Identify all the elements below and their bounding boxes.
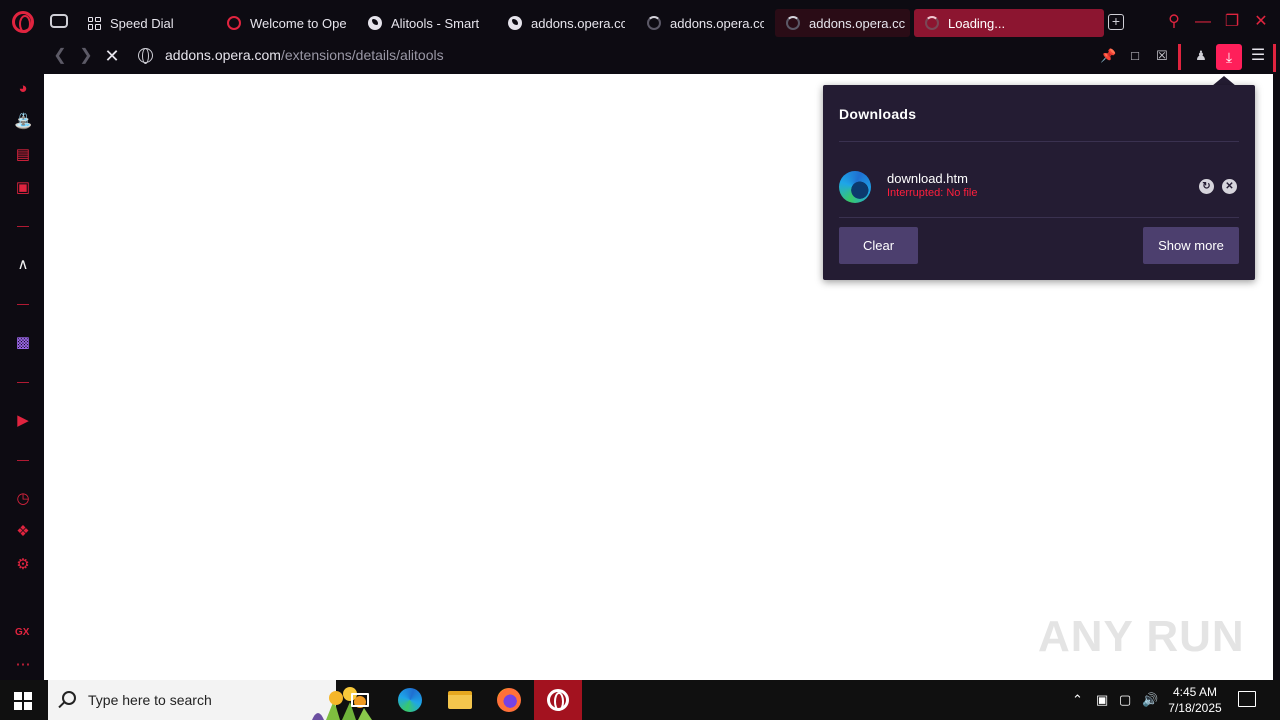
clock-date: 7/18/2025 bbox=[1168, 701, 1222, 715]
speed-dial-icon bbox=[86, 15, 102, 31]
aria-icon[interactable]: ∧ bbox=[14, 256, 32, 274]
pin-icon[interactable]: 📌 bbox=[1100, 48, 1116, 64]
loading-icon bbox=[646, 15, 662, 31]
tab-loading[interactable]: Loading... bbox=[914, 9, 1104, 37]
easy-setup-menu-icon[interactable]: ☰ bbox=[1248, 46, 1268, 66]
downloads-button[interactable]: ⤓ bbox=[1216, 44, 1242, 70]
opera-menu-icon[interactable] bbox=[12, 11, 34, 33]
messenger-icon[interactable]: ▣ bbox=[14, 179, 32, 197]
music-icon[interactable]: ▶ bbox=[14, 412, 32, 430]
url-field[interactable]: addons.opera.com/extensions/details/alit… bbox=[165, 47, 444, 63]
sidebar-divider bbox=[17, 226, 29, 227]
history-icon[interactable]: ◷ bbox=[14, 490, 32, 508]
address-bar: ❮ ❯ ✕ addons.opera.com/extensions/detail… bbox=[44, 40, 1280, 74]
volume-icon[interactable]: 🔊 bbox=[1142, 692, 1158, 708]
taskbar-clock[interactable]: 4:45 AM 7/18/2025 bbox=[1164, 684, 1226, 716]
tab-title: addons.opera.cc bbox=[809, 15, 906, 31]
tab-addons-2[interactable]: addons.opera.cc bbox=[636, 9, 764, 37]
globe-icon bbox=[507, 15, 523, 31]
tab-welcome[interactable]: Welcome to Ope bbox=[216, 9, 346, 37]
close-window-button[interactable]: ✕ bbox=[1251, 12, 1271, 32]
network-icon[interactable]: ▢ bbox=[1119, 692, 1131, 708]
task-view-button[interactable] bbox=[336, 680, 384, 720]
task-view-icon bbox=[351, 693, 369, 707]
settings-icon[interactable]: ⚙ bbox=[14, 556, 32, 574]
opera-icon bbox=[226, 15, 242, 31]
speedometer-icon[interactable]: ◕ bbox=[14, 80, 32, 98]
search-tabs-icon[interactable]: ⚲ bbox=[1164, 12, 1184, 32]
tab-alitools[interactable]: Alitools - Smart bbox=[357, 9, 485, 37]
tab-title: Alitools - Smart bbox=[391, 15, 480, 31]
tab-title: Welcome to Ope bbox=[250, 15, 346, 31]
notification-icon[interactable] bbox=[1238, 691, 1256, 707]
retry-icon[interactable]: ↻ bbox=[1199, 179, 1214, 194]
divider bbox=[839, 141, 1239, 142]
download-filename[interactable]: download.htm bbox=[887, 171, 968, 186]
explorer-taskbar-button[interactable] bbox=[436, 680, 484, 720]
adblock-icon[interactable]: ☒ bbox=[1154, 48, 1170, 64]
tab-speed-dial[interactable]: Speed Dial bbox=[76, 9, 206, 37]
opera-gx-icon bbox=[547, 689, 569, 711]
extensions-icon[interactable]: ❖ bbox=[14, 523, 32, 541]
firefox-icon bbox=[497, 688, 521, 712]
tab-bar: Speed Dial Welcome to Ope Alitools - Sma… bbox=[0, 0, 1280, 44]
opera-gx-taskbar-button[interactable] bbox=[534, 680, 582, 720]
sidebar-divider bbox=[17, 304, 29, 305]
downloads-popup: Downloads download.htm Interrupted: No f… bbox=[823, 85, 1255, 280]
tab-addons-3[interactable]: addons.opera.cc bbox=[775, 9, 910, 37]
sidebar-divider bbox=[17, 382, 29, 383]
download-status: Interrupted: No file bbox=[887, 187, 978, 199]
clock-time: 4:45 AM bbox=[1172, 685, 1218, 699]
account-icon[interactable]: ♟ bbox=[1193, 48, 1209, 64]
back-button[interactable]: ❮ bbox=[50, 46, 70, 66]
show-more-button[interactable]: Show more bbox=[1143, 227, 1239, 264]
url-host: addons.opera.com bbox=[165, 47, 281, 63]
player-icon[interactable]: ▤ bbox=[14, 146, 32, 164]
taskbar: Type here to search ⌃ ▣ ▢ 🔊 4:45 AM 7/18… bbox=[0, 680, 1280, 720]
snapshot-icon[interactable]: □ bbox=[1127, 48, 1143, 64]
downloads-title: Downloads bbox=[839, 106, 917, 122]
clear-button[interactable]: Clear bbox=[839, 227, 918, 264]
windows-start-icon[interactable] bbox=[14, 692, 32, 710]
url-path: /extensions/details/alitools bbox=[280, 47, 444, 63]
tab-title: Loading... bbox=[948, 15, 1006, 31]
tab-title: Speed Dial bbox=[110, 15, 174, 31]
firefox-taskbar-button[interactable] bbox=[485, 680, 533, 720]
gamepad-icon[interactable] bbox=[50, 14, 68, 28]
search-icon bbox=[62, 691, 76, 705]
gx-accent-edge bbox=[1273, 44, 1276, 72]
sidebar-divider bbox=[17, 460, 29, 461]
search-placeholder: Type here to search bbox=[88, 692, 212, 708]
minimize-button[interactable]: — bbox=[1193, 12, 1213, 32]
twitch-icon[interactable]: ▩ bbox=[14, 334, 32, 352]
forward-button[interactable]: ❯ bbox=[76, 46, 96, 66]
folder-icon bbox=[448, 691, 472, 709]
restore-button[interactable]: ❐ bbox=[1222, 12, 1242, 32]
site-info-icon[interactable] bbox=[138, 48, 153, 64]
globe-icon bbox=[367, 15, 383, 31]
toolbar-divider bbox=[1178, 44, 1181, 70]
tab-title: addons.opera.cc bbox=[531, 15, 625, 31]
edge-icon bbox=[398, 688, 422, 712]
tab-addons-1[interactable]: addons.opera.cc bbox=[497, 9, 625, 37]
loading-icon bbox=[924, 15, 940, 31]
more-icon[interactable]: ⋯ bbox=[14, 656, 32, 674]
loading-icon bbox=[785, 15, 801, 31]
sidebar: ◕ ⛲ ▤ ▣ ∧ ▩ ▶ ◷ ❖ ⚙ GX ⋯ bbox=[0, 74, 44, 680]
edge-file-icon bbox=[839, 171, 871, 203]
stop-loading-button[interactable]: ✕ bbox=[102, 46, 122, 66]
remove-icon[interactable]: ✕ bbox=[1222, 179, 1237, 194]
gx-control-label[interactable]: GX bbox=[15, 627, 35, 638]
new-tab-button[interactable]: + bbox=[1108, 14, 1124, 30]
tray-chevron-icon[interactable]: ⌃ bbox=[1072, 692, 1083, 708]
bag-icon[interactable]: ⛲ bbox=[14, 113, 33, 131]
divider bbox=[839, 217, 1239, 218]
edge-taskbar-button[interactable] bbox=[386, 680, 434, 720]
tab-title: addons.opera.cc bbox=[670, 15, 764, 31]
taskbar-search[interactable]: Type here to search bbox=[48, 680, 372, 720]
meet-now-icon[interactable]: ▣ bbox=[1096, 692, 1108, 708]
anyrun-watermark: ANY RUN bbox=[1038, 612, 1245, 661]
